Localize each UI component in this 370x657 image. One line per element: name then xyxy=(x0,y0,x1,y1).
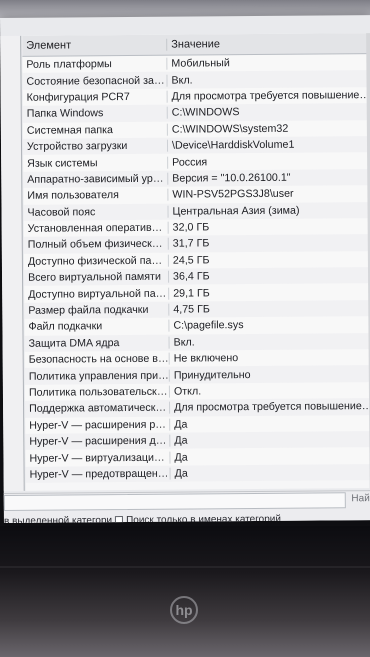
row-name: Устройство загрузки xyxy=(22,139,169,153)
row-value: 36,4 ГБ xyxy=(172,270,210,283)
row-name: Конфигурация PCR7 xyxy=(22,90,168,104)
row-value: Да xyxy=(174,467,188,480)
row-name: Системная папка xyxy=(22,123,168,137)
row-name: Политика управления прило... xyxy=(24,369,170,383)
row-value: Версия = "10.0.26100.1" xyxy=(172,171,291,185)
row-name: Имя пользователя xyxy=(23,188,169,203)
row-name: Hyper-V — предотвращение ... xyxy=(25,467,171,481)
row-name: Hyper-V — расширения реж... xyxy=(25,418,171,432)
row-name: Установленная оперативная... xyxy=(23,221,169,235)
row-name: Полный объем физической ... xyxy=(23,238,169,252)
row-value: Да xyxy=(174,418,188,431)
row-value: Вкл. xyxy=(171,74,193,87)
row-name: Файл подкачки xyxy=(24,320,170,334)
row-name: Hyper-V — виртуализация вк... xyxy=(25,451,171,465)
row-value: Центральная Азия (зима) xyxy=(172,204,300,218)
row-name: Поддержка автоматического... xyxy=(25,402,171,416)
category-names-only-label[interactable]: Поиск только в именах категорий xyxy=(126,513,281,523)
row-value: Россия xyxy=(172,155,208,169)
row-name: Доступно виртуальной памя... xyxy=(24,287,170,301)
row-value: 24,5 ГБ xyxy=(172,254,210,267)
row-name: Язык системы xyxy=(23,156,169,170)
search-input[interactable] xyxy=(3,492,346,511)
row-name: Всего виртуальной памяти xyxy=(23,270,170,285)
category-tree-panel[interactable] xyxy=(0,35,25,491)
row-name: Безопасность на основе вир... xyxy=(24,352,170,367)
row-name: Аппаратно-зависимый уров... xyxy=(23,172,169,186)
row-value: Для просмотра требуется повышение прав xyxy=(174,400,370,415)
hp-logo: hp xyxy=(170,596,198,624)
laptop-bezel xyxy=(0,526,370,657)
category-names-only-checkbox[interactable] xyxy=(115,516,124,523)
row-value: \Device\HarddiskVolume1 xyxy=(171,138,295,152)
row-value: Да xyxy=(174,434,188,447)
selected-category-option-label[interactable]: в выделенной категори xyxy=(4,515,112,523)
table-row[interactable]: Hyper-V — предотвращение ... Да xyxy=(25,463,370,483)
row-value: Мобильный xyxy=(171,57,230,70)
photo-scene: Элемент Значение Роль платформы Мобильный… xyxy=(0,0,370,657)
row-name: Состояние безопасной загру... xyxy=(22,74,168,88)
row-value: 31,7 ГБ xyxy=(172,237,210,251)
row-name: Папка Windows xyxy=(22,107,168,121)
row-value: 29,1 ГБ xyxy=(173,287,210,300)
row-value: WIN-PSV52PGS3J8\user xyxy=(172,188,294,201)
row-value: Да xyxy=(174,451,188,464)
laptop-hinge-line xyxy=(0,566,370,568)
row-name: Политика пользовательског... xyxy=(24,385,170,399)
row-value: C:\WINDOWS\system32 xyxy=(171,122,289,136)
row-value: 32,0 ГБ xyxy=(172,221,210,234)
row-name: Hyper-V — расширения для ... xyxy=(25,434,171,448)
row-name: Размер файла подкачки xyxy=(24,303,170,317)
row-value: Не включено xyxy=(173,352,239,365)
column-header-element[interactable]: Элемент xyxy=(22,38,168,52)
table-header: Элемент Значение xyxy=(22,33,370,57)
row-name: Часовой пояс xyxy=(23,205,169,219)
column-header-value[interactable]: Значение xyxy=(167,37,370,51)
row-value: Для просмотра требуется повышение пр xyxy=(171,89,370,103)
row-name: Роль платформы xyxy=(22,57,168,72)
search-panel: Най в выделенной категори Поиск только в… xyxy=(3,490,370,523)
row-name: Защита DMA ядра xyxy=(24,336,170,350)
row-value: Принудительно xyxy=(173,368,251,382)
row-name: Доступно физической памяти xyxy=(23,254,169,268)
row-value: Откл. xyxy=(173,385,202,398)
row-value: 4,75 ГБ xyxy=(173,303,210,316)
table-body: Роль платформы Мобильный Состояние безопа… xyxy=(22,54,370,483)
system-information-window: Элемент Значение Роль платформы Мобильный… xyxy=(0,15,370,523)
system-summary-table: Элемент Значение Роль платформы Мобильный… xyxy=(22,33,370,491)
row-value: C:\WINDOWS xyxy=(171,106,240,120)
search-options: в выделенной категори Поиск только в име… xyxy=(4,512,281,523)
find-button[interactable]: Най xyxy=(351,493,369,504)
row-value: Вкл. xyxy=(173,336,195,349)
row-value: C:\pagefile.sys xyxy=(173,319,244,333)
